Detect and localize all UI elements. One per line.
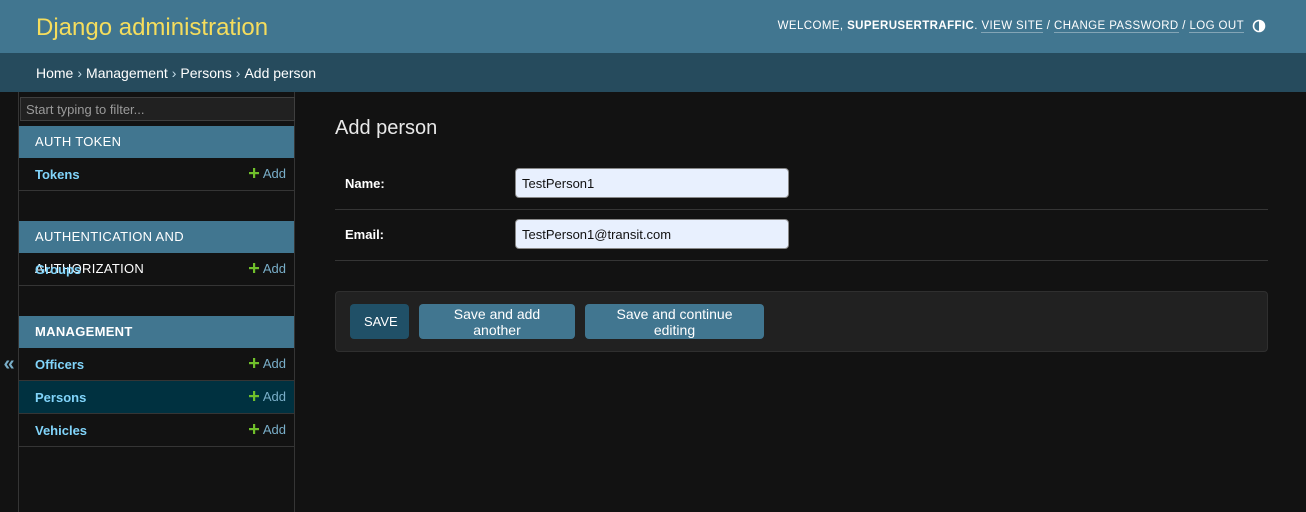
submit-row: SAVE Save and add another Save and conti… (335, 291, 1268, 352)
name-field[interactable] (515, 168, 789, 198)
add-label: Add (262, 166, 286, 181)
site-name-link[interactable]: Django administration (36, 14, 268, 42)
sidebar-link-vehicles[interactable]: Vehicles (35, 423, 87, 438)
form-row-email: Email: (335, 210, 1268, 261)
sidebar-link-persons[interactable]: Persons (35, 390, 86, 405)
add-officers-link[interactable]: Add (248, 356, 286, 371)
breadcrumb-persons[interactable]: Persons (180, 65, 231, 81)
welcome-text: WELCOME, (777, 20, 848, 32)
separator: / (1178, 20, 1190, 32)
welcome-period: . (974, 20, 978, 32)
save-continue-editing-button[interactable]: Save and continue editing (585, 304, 764, 339)
add-persons-link[interactable]: Add (248, 389, 286, 404)
user-tools: WELCOME, SUPERUSERTRAFFIC. VIEW SITE / C… (777, 20, 1244, 33)
sidebar-item-groups: Groups Add (19, 253, 294, 286)
breadcrumb-separator: › (171, 65, 177, 81)
add-label: Add (262, 356, 286, 371)
breadcrumb: Home › Management › Persons › Add person (0, 53, 1306, 92)
email-field[interactable] (515, 219, 789, 249)
header: Django administration WELCOME, SUPERUSER… (0, 0, 1306, 53)
module-caption-auth[interactable]: Authentication and Authorization (19, 221, 294, 276)
breadcrumb-separator: › (77, 65, 83, 81)
plus-icon (248, 424, 259, 434)
log-out-link[interactable]: LOG OUT (1189, 20, 1244, 33)
name-label: Name: (345, 176, 385, 191)
form-row-name: Name: (335, 159, 1268, 210)
breadcrumb-current: Add person (244, 65, 317, 81)
module-caption-auth-token[interactable]: Auth Token (19, 126, 294, 158)
view-site-link[interactable]: VIEW SITE (981, 20, 1044, 33)
add-groups-link[interactable]: Add (248, 261, 286, 276)
sidebar-link-groups[interactable]: Groups (35, 262, 81, 277)
module-caption-management[interactable]: Management (19, 316, 294, 348)
breadcrumb-management[interactable]: Management (86, 65, 168, 81)
collapse-sidebar-button[interactable]: « (0, 350, 18, 378)
save-add-another-button[interactable]: Save and add another (419, 304, 575, 339)
sidebar-link-officers[interactable]: Officers (35, 357, 84, 372)
sidebar-item-persons: Persons Add (19, 381, 294, 414)
sidebar-filter-input[interactable] (20, 97, 295, 121)
add-label: Add (262, 422, 286, 437)
sidebar-link-tokens[interactable]: Tokens (35, 167, 80, 182)
breadcrumb-separator: › (235, 65, 241, 81)
plus-icon (248, 391, 259, 401)
plus-icon (248, 263, 259, 273)
add-tokens-link[interactable]: Add (248, 166, 286, 181)
email-label: Email: (345, 227, 385, 242)
sidebar-item-tokens: Tokens Add (19, 158, 294, 191)
breadcrumb-home[interactable]: Home (36, 65, 73, 81)
plus-icon (248, 168, 259, 178)
username: SUPERUSERTRAFFIC (847, 20, 975, 32)
save-button[interactable]: SAVE (350, 304, 409, 339)
page-title: Add person (335, 117, 438, 139)
nav-sidebar: Auth Token Tokens Add Authentication and… (18, 92, 295, 512)
sidebar-item-vehicles: Vehicles Add (19, 414, 294, 447)
theme-toggle-icon[interactable] (1252, 19, 1266, 33)
change-password-link[interactable]: CHANGE PASSWORD (1054, 20, 1179, 33)
add-label: Add (262, 261, 286, 276)
add-label: Add (262, 389, 286, 404)
add-vehicles-link[interactable]: Add (248, 422, 286, 437)
separator: / (1043, 20, 1054, 32)
plus-icon (248, 358, 259, 368)
sidebar-item-officers: Officers Add (19, 348, 294, 381)
